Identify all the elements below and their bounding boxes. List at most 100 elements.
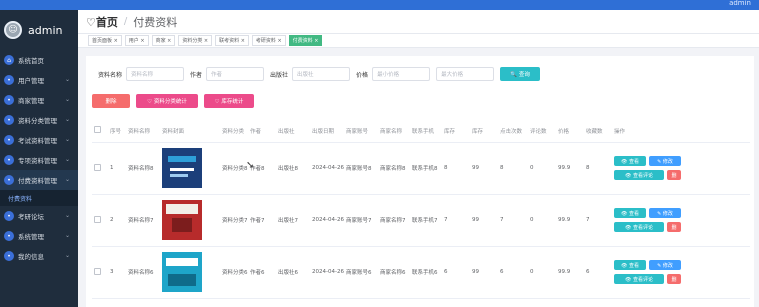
sidebar-item-home[interactable]: ⌂ 系统首页: [0, 50, 78, 70]
cell-publisher: 出版社8: [276, 142, 310, 195]
row-delete-button[interactable]: 删: [667, 170, 681, 180]
cell-ops: 👁 查看 ✎ 修改 👁 查看评论删: [612, 246, 750, 299]
tag-item[interactable]: 用户 ×: [124, 35, 149, 46]
cell-comments: 0: [528, 194, 556, 247]
search-row: 资料名称 资料名称 作者 作者 出版社 出版社 价格 最小价格 最大价格 🔍 查…: [92, 66, 541, 82]
col-header: 资料分类: [220, 120, 248, 143]
sidebar-item-system[interactable]: • 系统管理 ⌄: [0, 226, 78, 246]
cell-clicks: 6: [498, 246, 528, 299]
page-title: 付费资料: [133, 15, 178, 29]
chevron-down-icon: ⌄: [64, 232, 70, 239]
sidebar-item-exam[interactable]: • 考试资料管理 ⌄: [0, 130, 78, 150]
col-header: 出版社: [276, 120, 310, 143]
chevron-down-icon: ⌄: [64, 136, 70, 143]
tag-item[interactable]: 首页面板 ×: [88, 35, 122, 46]
cell-index: 3: [108, 246, 126, 299]
sidebar-subitem-paid[interactable]: 付费资料: [0, 190, 78, 206]
cell-merchant: 商家账号6: [344, 246, 378, 299]
edit-button[interactable]: ✎ 修改: [649, 208, 681, 218]
sidebar-item-forum[interactable]: • 考研论坛 ⌄: [0, 206, 78, 226]
tag-item-active[interactable]: 付费资料 ×: [288, 35, 323, 46]
tag-item[interactable]: 联考资料 ×: [215, 35, 249, 46]
breadcrumb-home[interactable]: ♡首页: [86, 14, 118, 30]
col-header: 序号: [108, 120, 126, 143]
stock-stat-button[interactable]: ♡ 库存统计: [204, 94, 254, 108]
data-table: 序号 资料名称 资料封面 资料分类 作者 出版社 出版日期 商家账号 商家名称 …: [92, 120, 750, 299]
row-checkbox[interactable]: [94, 215, 101, 223]
cell-name: 资料名称8: [126, 142, 160, 195]
category-stat-button[interactable]: ♡ 资料分类统计: [136, 94, 198, 108]
home-icon: ⌂: [4, 55, 14, 65]
cell-favs: 7: [584, 194, 612, 247]
cell-favs: 6: [584, 246, 612, 299]
cell-price: 99.9: [556, 194, 584, 247]
cell-stock2: 99: [470, 194, 498, 247]
app-root: admin ☺ admin ⌂ 系统首页 • 用户管理 ⌄ • 商家管理 ⌄ • 资料分类管…: [0, 0, 759, 307]
name-input[interactable]: 资料名称: [126, 67, 185, 81]
tag-item[interactable]: 资料分类 ×: [178, 35, 213, 46]
cell-ops: 👁 查看 ✎ 修改 👁 查看评论删: [612, 194, 750, 247]
price-max-input[interactable]: 最大价格: [436, 67, 495, 81]
edit-button[interactable]: ✎ 修改: [649, 156, 681, 166]
admin-menu[interactable]: admin: [729, 0, 751, 7]
col-header: 出版日期: [310, 120, 344, 143]
cell-merchant-name: 商家名称6: [378, 246, 410, 299]
cell-author: 作者7: [248, 194, 276, 247]
sidebar-item-merchants[interactable]: • 商家管理 ⌄: [0, 90, 78, 110]
table-header-row: 序号 资料名称 资料封面 资料分类 作者 出版社 出版日期 商家账号 商家名称 …: [92, 120, 750, 143]
cell-name: 资料名称6: [126, 246, 160, 299]
avatar: ☺: [4, 21, 22, 39]
cell-stock2: 99: [470, 246, 498, 299]
cell-comments: 0: [528, 142, 556, 195]
chevron-down-icon: ⌄: [64, 252, 70, 259]
row-checkbox[interactable]: [94, 163, 101, 171]
cell-stock: 7: [442, 194, 470, 247]
cell-stock2: 99: [470, 142, 498, 195]
name-label: 资料名称: [98, 71, 123, 79]
tag-item[interactable]: 商家 ×: [151, 35, 176, 46]
select-all-checkbox[interactable]: [92, 120, 108, 143]
sidebar: ☺ admin ⌂ 系统首页 • 用户管理 ⌄ • 商家管理 ⌄ • 资料分类管理 ⌄ • 考试…: [0, 10, 78, 307]
tag-item[interactable]: 考研资料 ×: [251, 35, 286, 46]
sidebar-item-profile[interactable]: • 我的信息 ⌄: [0, 246, 78, 266]
sidebar-item-category[interactable]: • 资料分类管理 ⌄: [0, 110, 78, 130]
sidebar-item-special[interactable]: • 专项资料管理 ⌄: [0, 150, 78, 170]
col-header: 操作: [612, 120, 750, 143]
view-comments-button[interactable]: 👁 查看评论: [614, 274, 664, 284]
forum-icon: •: [4, 211, 14, 221]
delete-button[interactable]: 删除: [92, 94, 130, 108]
cell-category: 资料分类8: [220, 142, 248, 195]
view-button[interactable]: 👁 查看: [614, 208, 646, 218]
col-header: 资料封面: [160, 120, 220, 143]
col-header: 库存: [470, 120, 498, 143]
view-comments-button[interactable]: 👁 查看评论: [614, 222, 664, 232]
cell-merchant-name: 商家名称8: [378, 142, 410, 195]
cell-price: 99.9: [556, 246, 584, 299]
view-button[interactable]: 👁 查看: [614, 156, 646, 166]
query-button[interactable]: 🔍 查询: [500, 67, 541, 81]
row-delete-button[interactable]: 删: [667, 222, 681, 232]
content-card: 资料名称 资料名称 作者 作者 出版社 出版社 价格 最小价格 最大价格 🔍 查…: [86, 56, 754, 307]
cell-stock: 8: [442, 142, 470, 195]
settings-icon: •: [4, 231, 14, 241]
price-min-input[interactable]: 最小价格: [372, 67, 431, 81]
author-input[interactable]: 作者: [206, 67, 265, 81]
pay-icon: •: [4, 175, 14, 185]
cell-author: 作者8: [248, 142, 276, 195]
cell-ops: 👁 查看 ✎ 修改 👁 查看评论删: [612, 142, 750, 195]
cover-image: [162, 252, 202, 292]
edit-button[interactable]: ✎ 修改: [649, 260, 681, 270]
view-comments-button[interactable]: 👁 查看评论: [614, 170, 664, 180]
row-delete-button[interactable]: 删: [667, 274, 681, 284]
cell-date: 2024-04-26: [310, 246, 344, 299]
col-header: 评论数: [528, 120, 556, 143]
publisher-input[interactable]: 出版社: [292, 67, 351, 81]
cell-clicks: 7: [498, 194, 528, 247]
table-row: 2 资料名称7 资料分类7 作者7 出版社7 2024-04-26 商家账号7 …: [92, 194, 750, 247]
sidebar-item-users[interactable]: • 用户管理 ⌄: [0, 70, 78, 90]
sidebar-item-paid[interactable]: • 付费资料管理 ⌄: [0, 170, 78, 190]
user-icon: •: [4, 75, 14, 85]
row-checkbox[interactable]: [94, 267, 101, 275]
view-button[interactable]: 👁 查看: [614, 260, 646, 270]
col-header: 收藏数: [584, 120, 612, 143]
